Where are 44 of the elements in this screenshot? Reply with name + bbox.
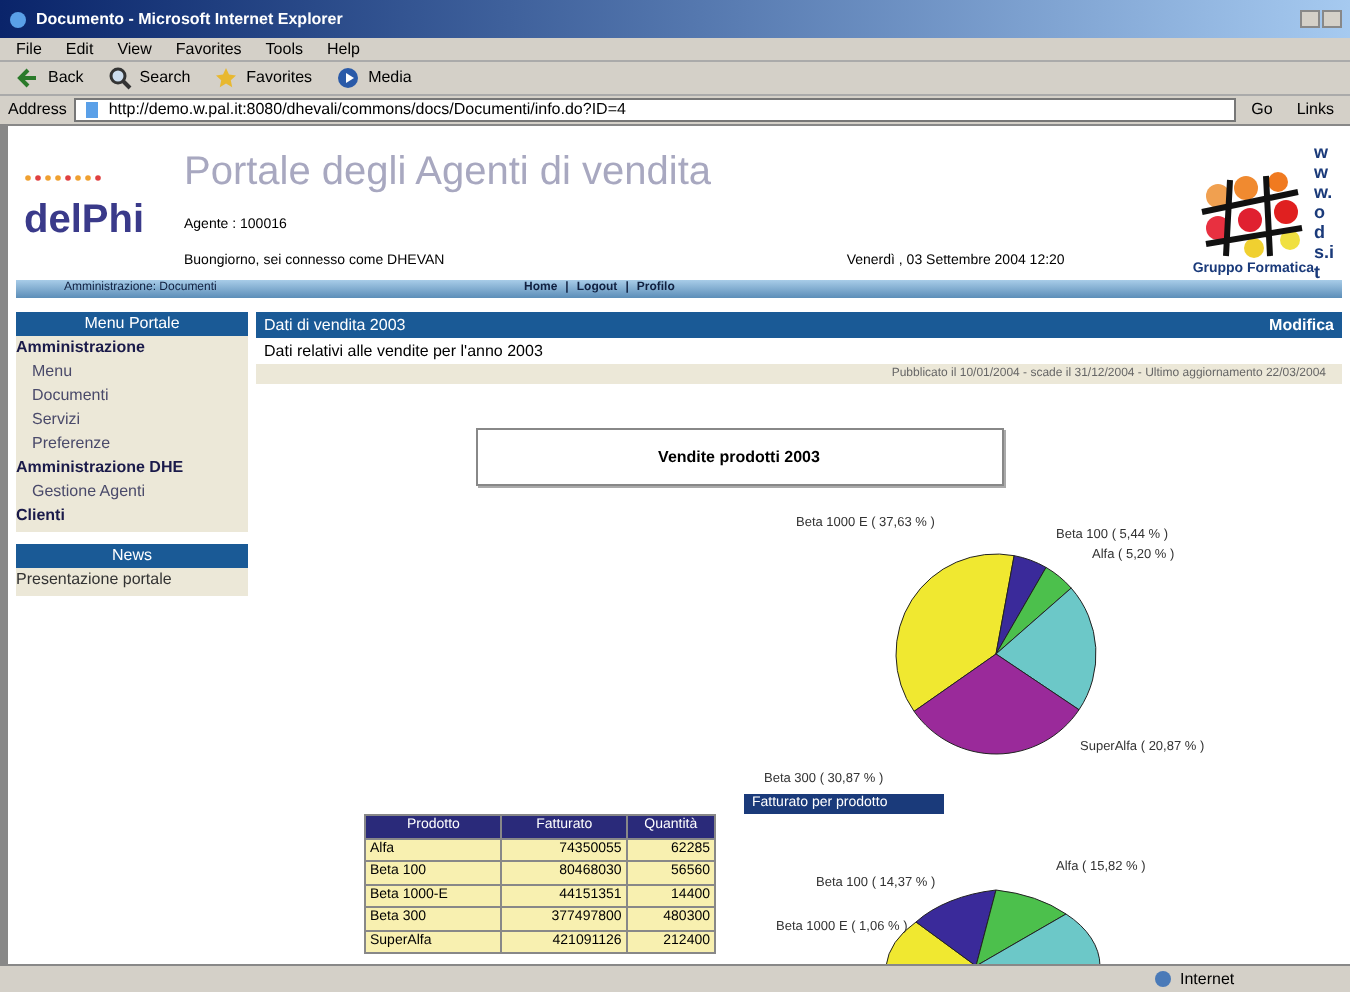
site-url: www.ods.it [1314,142,1334,280]
page-icon [84,102,101,118]
search-icon [107,66,132,90]
window-title: Documento - Microsoft Internet Explorer [36,7,343,31]
sidebar-item[interactable]: Amministrazione DHE [16,456,248,480]
sidebar-item[interactable]: Menu [16,360,248,384]
dots-logo-icon [24,173,104,181]
globe-icon [1154,970,1172,988]
sidebar-header: Menu Portale [16,312,248,336]
site-logo: delPhi [24,195,147,245]
sidebar-item[interactable]: Amministrazione [16,336,248,360]
toolbar-button[interactable]: Back [16,66,84,90]
toolbar-button[interactable]: Search [107,66,191,90]
media-icon [336,66,361,90]
maximize-button[interactable] [1322,10,1342,28]
portal-title: Portale degli Agenti di vendita [184,148,714,198]
ie-icon [8,9,28,29]
menu-bar-entry[interactable]: View [117,37,152,61]
zone-label: Internet [1180,967,1235,991]
menu-bar-entry[interactable]: Help [326,37,360,61]
go-button[interactable]: Go [1243,98,1281,122]
sidebar-item[interactable]: Presentazione portale [16,568,248,592]
links-button[interactable]: Links [1288,98,1342,122]
star-icon [214,66,239,90]
minimize-button[interactable] [1300,10,1320,28]
address-label: Address [8,98,67,122]
sidebar-header: News [16,544,248,568]
edit-link[interactable]: Modifica [1269,313,1334,337]
address-field[interactable]: http://demo.w.pal.it:8080/dhevali/commons/docs/Documenti/info.do?ID=4 [74,98,1236,122]
sidebar-item[interactable]: Gestione Agenti [16,480,248,504]
toolbar-button[interactable]: Media [336,66,412,90]
sidebar-item[interactable]: Servizi [16,408,248,432]
document-title: Dati di vendita 2003 [264,313,406,337]
sidebar-item[interactable]: Clienti [16,504,248,528]
menu-bar-entry[interactable]: Tools [265,37,303,61]
sidebar-item[interactable]: Documenti [16,384,248,408]
toolbar-button[interactable]: Favorites [214,66,313,90]
back-arrow-icon [16,66,40,90]
menu-bar-entry[interactable]: Favorites [175,37,242,61]
report-title: Vendite prodotti 2003 [658,445,820,469]
document-description: Dati relativi alle vendite per l'anno 2003 [262,340,545,364]
menu-bar-entry[interactable]: File [16,37,42,61]
menu-bar-entry[interactable]: Edit [65,37,94,61]
sidebar-item[interactable]: Preferenze [16,432,248,456]
